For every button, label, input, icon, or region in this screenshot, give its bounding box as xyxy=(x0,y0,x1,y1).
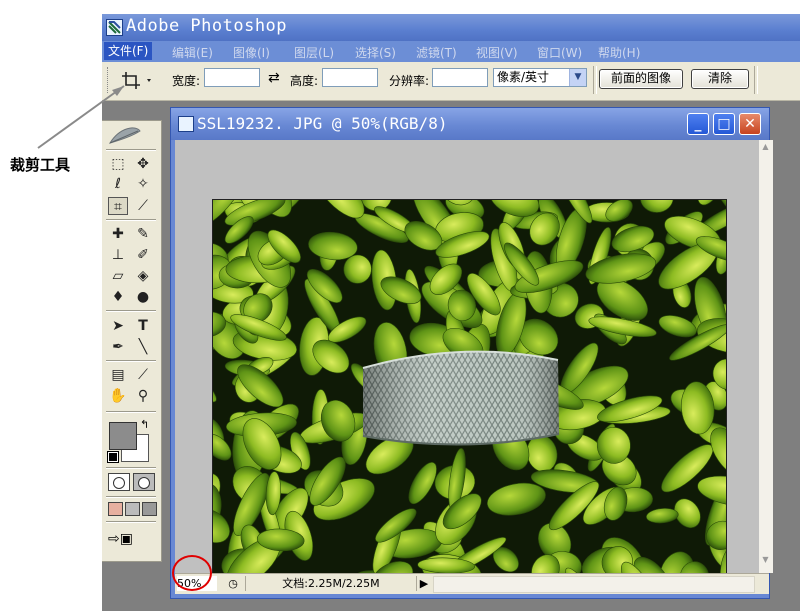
chevron-down-icon: ▼ xyxy=(569,69,586,86)
screen-mode-full-icon[interactable] xyxy=(142,502,157,516)
feather-logo-icon[interactable] xyxy=(106,123,158,147)
slice-icon[interactable]: ⟋ xyxy=(133,197,153,215)
canvas-area[interactable] xyxy=(175,140,759,586)
options-grip[interactable] xyxy=(107,67,111,93)
document-title-bar: SSL19232. JPG @ 50%(RGB/8) _ □ ✕ xyxy=(171,108,769,140)
jump-to-imageready-icon[interactable]: ⇨▣ xyxy=(108,529,156,549)
front-image-button[interactable]: 前面的图像 xyxy=(599,69,683,89)
toolbox: ⬚ ✥ ℓ ✧ ⌗ ⟋ ✚ ✎ ⊥ ✐ ▱ ◈ ♦ ● ➤ T ✒ ╲ ▤ ⟋ … xyxy=(102,120,162,562)
width-label: 宽度: xyxy=(172,74,201,88)
document-window: SSL19232. JPG @ 50%(RGB/8) _ □ ✕ ▲ ▼ 50%… xyxy=(170,107,773,599)
eyedropper-icon[interactable]: ⟋ xyxy=(133,366,153,384)
notes-icon[interactable]: ▤ xyxy=(108,366,128,384)
resolution-unit-select[interactable]: 像素/英寸 ▼ xyxy=(493,68,587,87)
crop-tool-icon[interactable]: ⌗ xyxy=(108,197,128,215)
separator xyxy=(106,149,156,151)
clear-button[interactable]: 清除 xyxy=(691,69,749,89)
menu-layer[interactable]: 图层(L) xyxy=(294,44,334,61)
photo-bracelet-on-leaves xyxy=(212,199,727,586)
document-icon xyxy=(178,116,194,132)
resolution-label: 分辨率: xyxy=(389,74,430,88)
swap-colors-icon[interactable]: ↰ xyxy=(140,418,149,431)
menu-edit[interactable]: 编辑(E) xyxy=(172,44,213,61)
separator xyxy=(106,310,156,312)
menu-view[interactable]: 视图(V) xyxy=(476,44,518,61)
options-bar: 宽度: ⇄ 高度: 分辨率: 像素/英寸 ▼ 前面的图像 清除 xyxy=(102,62,800,101)
menu-help[interactable]: 帮助(H) xyxy=(598,44,640,61)
document-size: 文档:2.25M/2.25M xyxy=(245,576,417,591)
separator xyxy=(106,496,156,498)
close-button[interactable]: ✕ xyxy=(739,113,761,135)
move-icon[interactable]: ✥ xyxy=(133,155,153,173)
menu-filter[interactable]: 滤镜(T) xyxy=(416,44,457,61)
document-title: SSL19232. JPG @ 50%(RGB/8) xyxy=(197,114,448,133)
magic-wand-icon[interactable]: ✧ xyxy=(133,175,153,193)
separator xyxy=(106,467,156,469)
quick-mask-icon[interactable] xyxy=(133,473,155,491)
separator xyxy=(106,219,156,221)
separator xyxy=(754,66,758,94)
minimize-button[interactable]: _ xyxy=(687,113,709,135)
crop-tool-preset-button[interactable] xyxy=(116,68,156,92)
brush-icon[interactable]: ✎ xyxy=(133,225,153,243)
title-bar: Adobe Photoshop xyxy=(102,14,800,41)
healing-icon[interactable]: ✚ xyxy=(108,225,128,243)
bucket-icon[interactable]: ◈ xyxy=(133,267,153,285)
photoshop-logo-icon xyxy=(106,19,123,36)
bracelet xyxy=(362,350,560,446)
menu-file[interactable]: 文件(F) xyxy=(104,42,153,60)
status-bar: 50% ◷ 文档:2.25M/2.25M ▶ xyxy=(175,573,769,594)
line-icon[interactable]: ╲ xyxy=(133,338,153,356)
height-input[interactable] xyxy=(322,68,378,87)
app-title: Adobe Photoshop xyxy=(126,16,288,36)
menu-bar: 文件(F) 编辑(E) 图像(I) 图层(L) 选择(S) 滤镜(T) 视图(V… xyxy=(102,41,800,62)
photoshop-window: Adobe Photoshop 文件(F) 编辑(E) 图像(I) 图层(L) … xyxy=(102,14,800,611)
separator xyxy=(106,360,156,362)
scroll-down-icon[interactable]: ▼ xyxy=(760,555,771,567)
zoom-highlight-circle xyxy=(172,555,212,591)
horizontal-scrollbar[interactable] xyxy=(433,576,755,593)
type-icon[interactable]: T xyxy=(133,317,153,335)
separator xyxy=(593,66,597,94)
separator xyxy=(106,521,156,523)
separator xyxy=(106,411,156,413)
screen-mode-menu-icon[interactable] xyxy=(125,502,140,516)
eraser-icon[interactable]: ▱ xyxy=(108,267,128,285)
menu-select[interactable]: 选择(S) xyxy=(355,44,396,61)
path-select-icon[interactable]: ➤ xyxy=(108,317,128,335)
dodge-icon[interactable]: ● xyxy=(133,288,153,306)
screen-mode-standard-icon[interactable] xyxy=(108,502,123,516)
hand-icon[interactable]: ✋ xyxy=(108,387,128,405)
status-menu-arrow-icon[interactable]: ▶ xyxy=(418,576,430,591)
history-brush-icon[interactable]: ✐ xyxy=(133,246,153,264)
resolution-unit-value: 像素/英寸 xyxy=(497,70,550,84)
crop-icon xyxy=(122,72,151,89)
scroll-up-icon[interactable]: ▲ xyxy=(760,142,771,154)
marquee-icon[interactable]: ⬚ xyxy=(108,155,128,173)
vertical-scrollbar[interactable]: ▲ ▼ xyxy=(759,140,773,573)
menu-image[interactable]: 图像(I) xyxy=(233,44,270,61)
default-colors-icon[interactable] xyxy=(107,451,119,463)
pen-icon[interactable]: ✒ xyxy=(108,338,128,356)
stamp-icon[interactable]: ⊥ xyxy=(108,246,128,264)
blur-icon[interactable]: ♦ xyxy=(108,288,128,306)
height-label: 高度: xyxy=(290,74,319,88)
width-input[interactable] xyxy=(204,68,260,87)
maximize-button[interactable]: □ xyxy=(713,113,735,135)
swap-icon[interactable]: ⇄ xyxy=(268,70,280,86)
lasso-icon[interactable]: ℓ xyxy=(108,175,128,193)
annotation-label: 裁剪工具 xyxy=(10,156,71,174)
resolution-input[interactable] xyxy=(432,68,488,87)
foreground-color-swatch[interactable] xyxy=(109,422,137,450)
timer-icon: ◷ xyxy=(228,577,238,590)
standard-mode-icon[interactable] xyxy=(108,473,130,491)
menu-window[interactable]: 窗口(W) xyxy=(537,44,582,61)
zoom-icon[interactable]: ⚲ xyxy=(133,387,153,405)
